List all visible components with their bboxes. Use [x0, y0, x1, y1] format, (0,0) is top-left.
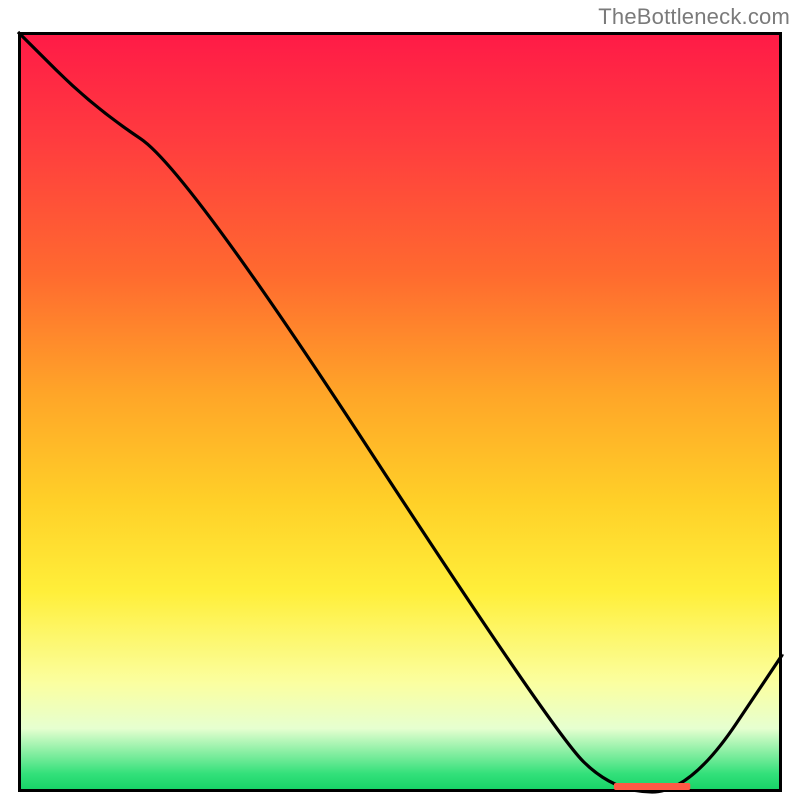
curve-path	[18, 32, 782, 792]
chart-container: { "attribution": "TheBottleneck.com", "m…	[0, 0, 800, 800]
source-attribution: TheBottleneck.com	[598, 4, 790, 30]
optimum-label: OPTIMUM	[618, 782, 662, 793]
bottleneck-curve	[18, 32, 782, 792]
